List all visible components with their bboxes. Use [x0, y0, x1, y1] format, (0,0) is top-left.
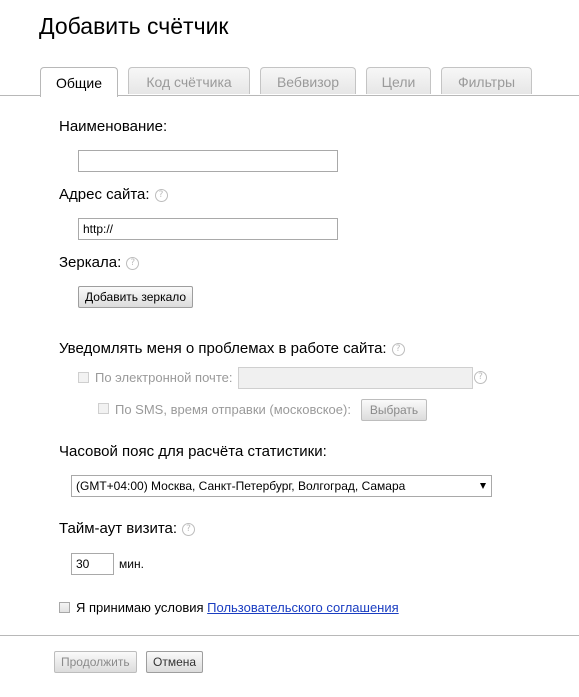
notify-label: Уведомлять меня о проблемах в работе сай…: [59, 340, 405, 357]
tab-general[interactable]: Общие: [40, 67, 118, 97]
tab-goals[interactable]: Цели: [366, 67, 431, 94]
continue-button[interactable]: Продолжить: [54, 651, 137, 673]
timeout-label-text: Тайм-аут визита:: [59, 520, 178, 537]
add-mirror-button[interactable]: Добавить зеркало: [78, 286, 194, 308]
terms-text-label: Я принимаю условия: [76, 600, 204, 615]
timezone-label: Часовой пояс для расчёта статистики:: [59, 443, 327, 460]
dropdown-arrow-icon: [480, 483, 486, 489]
footer-divider: [0, 635, 579, 636]
name-label: Наименование:: [59, 118, 168, 135]
cancel-button[interactable]: Отмена: [146, 651, 204, 673]
tab-label: Вебвизор: [276, 74, 340, 90]
tab-filters[interactable]: Фильтры: [441, 67, 532, 94]
tab-label: Общие: [55, 75, 103, 91]
name-input[interactable]: [78, 150, 338, 172]
timezone-value: (GMT+04:00) Москва, Санкт-Петербург, Вол…: [76, 479, 406, 493]
email-input[interactable]: [238, 367, 473, 389]
timeout-input[interactable]: [71, 553, 114, 575]
help-icon[interactable]: ?: [182, 523, 196, 536]
mirrors-label-text: Зеркала:: [59, 254, 122, 271]
timezone-select[interactable]: (GMT+04:00) Москва, Санкт-Петербург, Вол…: [71, 475, 492, 497]
terms-checkbox[interactable]: [59, 602, 70, 613]
site-address-input[interactable]: [78, 218, 338, 240]
terms-text: Я принимаю условия Пользовательского сог…: [76, 600, 399, 615]
site-address-label: Адрес сайта:?: [59, 186, 168, 203]
choose-time-button[interactable]: Выбрать: [361, 399, 427, 421]
tab-counter-code[interactable]: Код счётчика: [128, 67, 250, 94]
help-icon[interactable]: ?: [474, 371, 487, 384]
tab-webvisor[interactable]: Вебвизор: [260, 67, 356, 94]
help-icon[interactable]: ?: [391, 343, 405, 356]
mirrors-label: Зеркала:?: [59, 254, 140, 271]
tab-label: Код счётчика: [146, 74, 232, 90]
help-icon[interactable]: ?: [126, 257, 140, 270]
timeout-unit: мин.: [119, 557, 144, 571]
tab-label: Цели: [381, 74, 416, 90]
sms-checkbox[interactable]: [98, 403, 109, 414]
email-label: По электронной почте:: [95, 370, 233, 385]
email-checkbox[interactable]: [78, 372, 89, 383]
page-title: Добавить счётчик: [39, 13, 229, 39]
tab-label: Фильтры: [457, 74, 516, 90]
site-address-label-text: Адрес сайта:: [59, 186, 150, 203]
notify-label-text: Уведомлять меня о проблемах в работе сай…: [59, 340, 387, 357]
terms-link[interactable]: Пользовательского соглашения: [207, 600, 399, 615]
sms-label: По SMS, время отправки (московское):: [115, 402, 351, 417]
help-icon[interactable]: ?: [154, 189, 168, 202]
timeout-label: Тайм-аут визита:?: [59, 520, 196, 537]
